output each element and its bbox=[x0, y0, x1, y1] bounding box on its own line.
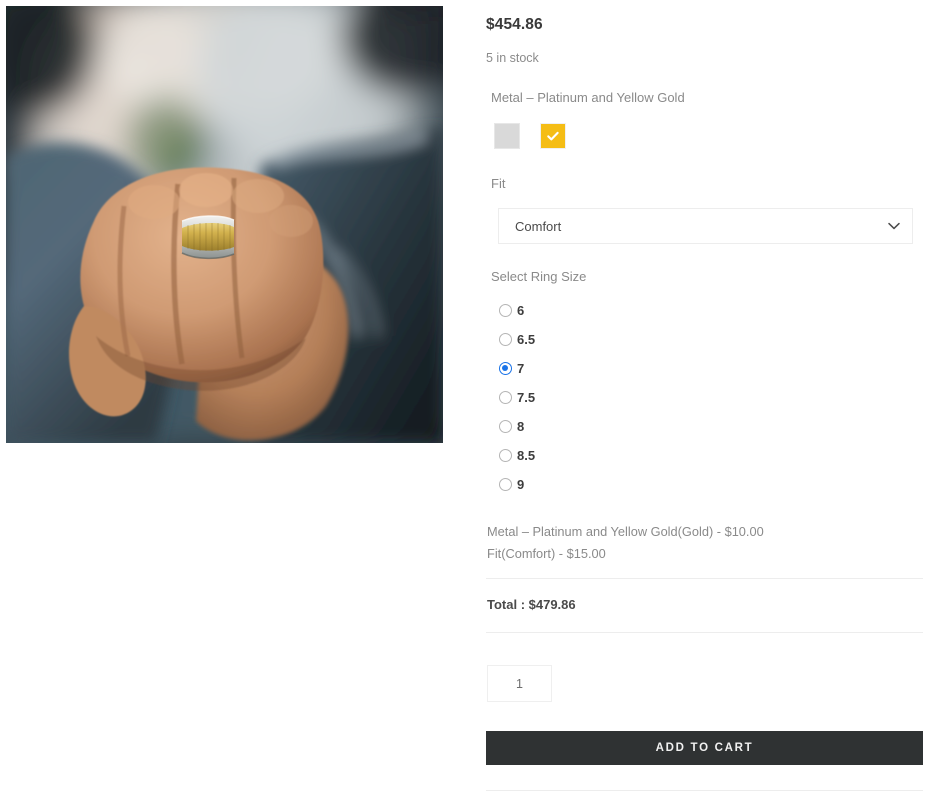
radio-icon bbox=[499, 304, 512, 317]
addon-price-list: Metal – Platinum and Yellow Gold(Gold) -… bbox=[487, 521, 764, 565]
product-image[interactable] bbox=[6, 6, 443, 443]
ring-size-option[interactable]: 9 bbox=[499, 470, 535, 499]
swatch-platinum[interactable] bbox=[494, 123, 520, 149]
ring-size-option-label: 8 bbox=[517, 419, 525, 434]
product-summary: $454.86 5 in stock Metal – Platinum and … bbox=[486, 0, 923, 800]
chevron-down-icon bbox=[888, 222, 900, 230]
divider bbox=[486, 632, 923, 633]
ring-size-option[interactable]: 8 bbox=[499, 412, 535, 441]
radio-icon bbox=[499, 478, 512, 491]
ring-size-option-label: 7 bbox=[517, 361, 525, 376]
ring-size-option-label: 9 bbox=[517, 477, 525, 492]
ring-size-option[interactable]: 7.5 bbox=[499, 383, 535, 412]
ring-size-option[interactable]: 6.5 bbox=[499, 325, 535, 354]
swatch-gold[interactable] bbox=[540, 123, 566, 149]
radio-icon bbox=[499, 391, 512, 404]
ring-size-option[interactable]: 7 bbox=[499, 354, 535, 383]
product-photo bbox=[6, 6, 443, 443]
product-page: $454.86 5 in stock Metal – Platinum and … bbox=[0, 0, 939, 800]
ring-size-option-label: 6.5 bbox=[517, 332, 536, 347]
total-price: Total : $479.86 bbox=[487, 597, 576, 612]
stock-status: 5 in stock bbox=[486, 51, 539, 65]
addon-line: Fit(Comfort) - $15.00 bbox=[487, 546, 606, 561]
fit-select-value: Comfort bbox=[515, 219, 562, 234]
ring-size-option[interactable]: 8.5 bbox=[499, 441, 535, 470]
radio-icon bbox=[499, 420, 512, 433]
add-to-cart-button[interactable]: ADD TO CART bbox=[486, 731, 923, 765]
ring-size-option[interactable]: 6 bbox=[499, 296, 535, 325]
radio-icon bbox=[499, 449, 512, 462]
radio-icon-selected bbox=[499, 362, 512, 375]
ring-size-option-label: 6 bbox=[517, 303, 525, 318]
metal-option-label: Metal – Platinum and Yellow Gold bbox=[491, 90, 685, 105]
ring-size-option-label: 7.5 bbox=[517, 390, 536, 405]
addon-line: Metal – Platinum and Yellow Gold(Gold) -… bbox=[487, 524, 764, 539]
ring-size-label: Select Ring Size bbox=[491, 269, 587, 284]
metal-swatch-group bbox=[494, 123, 566, 149]
divider bbox=[486, 578, 923, 579]
ring-size-option-label: 8.5 bbox=[517, 448, 536, 463]
fit-option-label: Fit bbox=[491, 176, 506, 191]
divider bbox=[486, 790, 923, 791]
fit-select[interactable]: Comfort bbox=[498, 208, 913, 244]
quantity-input[interactable] bbox=[487, 665, 552, 702]
ring-size-radio-group: 6 6.5 7 7.5 8 8.5 9 bbox=[499, 296, 535, 499]
radio-icon bbox=[499, 333, 512, 346]
check-icon bbox=[547, 131, 559, 141]
product-price: $454.86 bbox=[486, 16, 543, 33]
